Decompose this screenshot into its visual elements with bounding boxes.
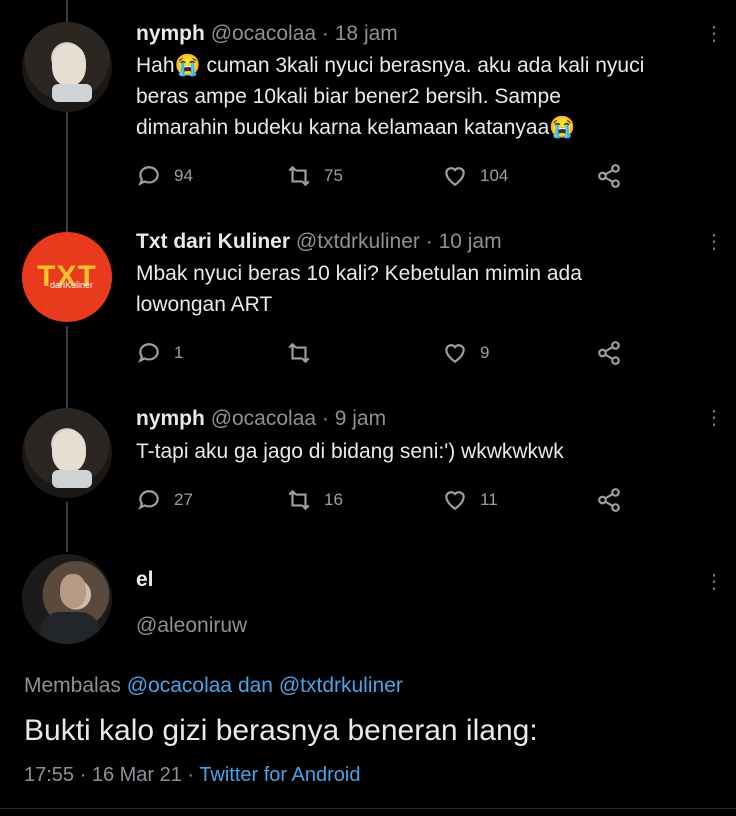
tweet-header: nymph @ocacolaa · 18 jam [136, 22, 398, 46]
tweet-header: nymph @ocacolaa · 9 jam [136, 407, 386, 431]
handle[interactable]: @ocacolaa [211, 407, 316, 430]
tweet[interactable]: nymph @ocacolaa · 18 jam ⋮ Hah😭 cuman 3k… [0, 0, 736, 210]
tweet-header: Txt dari Kuliner @txtdrkuliner · 10 jam [136, 230, 502, 254]
like-button[interactable]: 11 [442, 485, 498, 515]
reply-and[interactable]: dan [238, 674, 273, 697]
tweet-actions: 94 75 104 [136, 161, 656, 191]
retweet-icon [288, 489, 310, 511]
share-button[interactable] [596, 161, 622, 191]
reply-button[interactable]: 1 [136, 338, 183, 368]
tweet[interactable]: nymph @ocacolaa · 9 jam ⋮ T-tapi aku ga … [0, 400, 736, 550]
timestamp[interactable]: · 18 jam [322, 22, 398, 45]
like-button[interactable]: 9 [442, 338, 489, 368]
avatar[interactable] [22, 408, 112, 498]
display-name[interactable]: el [136, 568, 154, 592]
heart-icon [445, 491, 465, 510]
like-count: 11 [480, 490, 498, 509]
share-button[interactable] [596, 338, 622, 368]
heart-icon [445, 167, 465, 186]
mention-link[interactable]: @txtdrkuliner [279, 674, 403, 697]
avatar[interactable] [22, 22, 112, 112]
retweet-count: 16 [324, 490, 343, 509]
reply-count: 1 [174, 343, 184, 362]
text-line: Mbak nyuci beras 10 kali? Kebetulan mimi… [136, 262, 582, 285]
text-line: Hah😭 cuman 3kali nyuci berasnya. aku ada… [136, 54, 645, 77]
text-line: dimarahin budeku karna kelamaan katanyaa… [136, 116, 576, 139]
display-name[interactable]: Txt dari Kuliner [136, 230, 290, 253]
reply-button[interactable]: 94 [136, 161, 193, 191]
avatar[interactable]: TXT dariKuliner [22, 232, 112, 322]
avatar[interactable] [22, 554, 112, 644]
tweet-text: T-tapi aku ga jago di bidang seni:') wkw… [136, 436, 676, 467]
like-count: 9 [480, 343, 490, 362]
retweet-button[interactable]: 16 [286, 485, 343, 515]
share-icon [598, 488, 620, 512]
reply-count: 94 [174, 166, 193, 185]
handle[interactable]: @txtdrkuliner [296, 230, 420, 253]
handle[interactable]: @aleoniruw [136, 614, 247, 638]
time-date: 17:55 · 16 Mar 21 · [24, 764, 195, 786]
like-button[interactable]: 104 [442, 161, 508, 191]
reply-prefix: Membalas [24, 674, 121, 697]
more-vertical-icon[interactable]: ⋮ [704, 24, 724, 44]
comment-icon [138, 490, 159, 510]
retweet-button[interactable]: 75 [286, 161, 343, 191]
text-line: T-tapi aku ga jago di bidang seni:') wkw… [136, 440, 564, 463]
tweet[interactable]: TXT dariKuliner Txt dari Kuliner @txtdrk… [0, 210, 736, 400]
retweet-icon [288, 342, 310, 364]
mention-link[interactable]: @ocacolaa [127, 674, 232, 697]
retweet-count: 75 [324, 166, 343, 185]
timestamp[interactable]: · 10 jam [426, 230, 502, 253]
retweet-button[interactable] [286, 338, 324, 368]
comment-icon [138, 166, 159, 186]
like-count: 104 [480, 166, 509, 185]
share-button[interactable] [596, 485, 622, 515]
tweet-text: Bukti kalo gizi berasnya beneran ilang: [24, 714, 538, 747]
tweet-actions: 1 9 [136, 338, 656, 368]
more-vertical-icon[interactable]: ⋮ [704, 232, 724, 252]
share-icon [598, 164, 620, 188]
text-line: lowongan ART [136, 293, 273, 316]
share-icon [598, 341, 620, 365]
tweet-timestamp: 17:55 · 16 Mar 21 · Twitter for Android [24, 764, 360, 787]
tweet-text: Hah😭 cuman 3kali nyuci berasnya. aku ada… [136, 50, 676, 143]
retweet-icon [288, 165, 310, 187]
tweet-actions: 27 16 11 [136, 485, 656, 515]
tweet-text: Mbak nyuci beras 10 kali? Kebetulan mimi… [136, 258, 676, 320]
logo-subtext: dariKuliner [50, 280, 94, 290]
divider [0, 808, 736, 809]
source-link[interactable]: Twitter for Android [199, 764, 360, 786]
reply-count: 27 [174, 490, 193, 509]
more-vertical-icon[interactable]: ⋮ [704, 572, 724, 592]
replying-to: Membalas @ocacolaa dan @txtdrkuliner [24, 674, 403, 698]
display-name[interactable]: nymph [136, 407, 205, 430]
display-name[interactable]: nymph [136, 22, 205, 45]
more-vertical-icon[interactable]: ⋮ [704, 408, 724, 428]
handle[interactable]: @ocacolaa [211, 22, 316, 45]
timestamp[interactable]: · 9 jam [322, 407, 386, 430]
reply-button[interactable]: 27 [136, 485, 193, 515]
comment-icon [138, 343, 159, 363]
text-line: beras ampe 10kali biar bener2 bersih. Sa… [136, 85, 561, 108]
heart-icon [445, 344, 465, 363]
